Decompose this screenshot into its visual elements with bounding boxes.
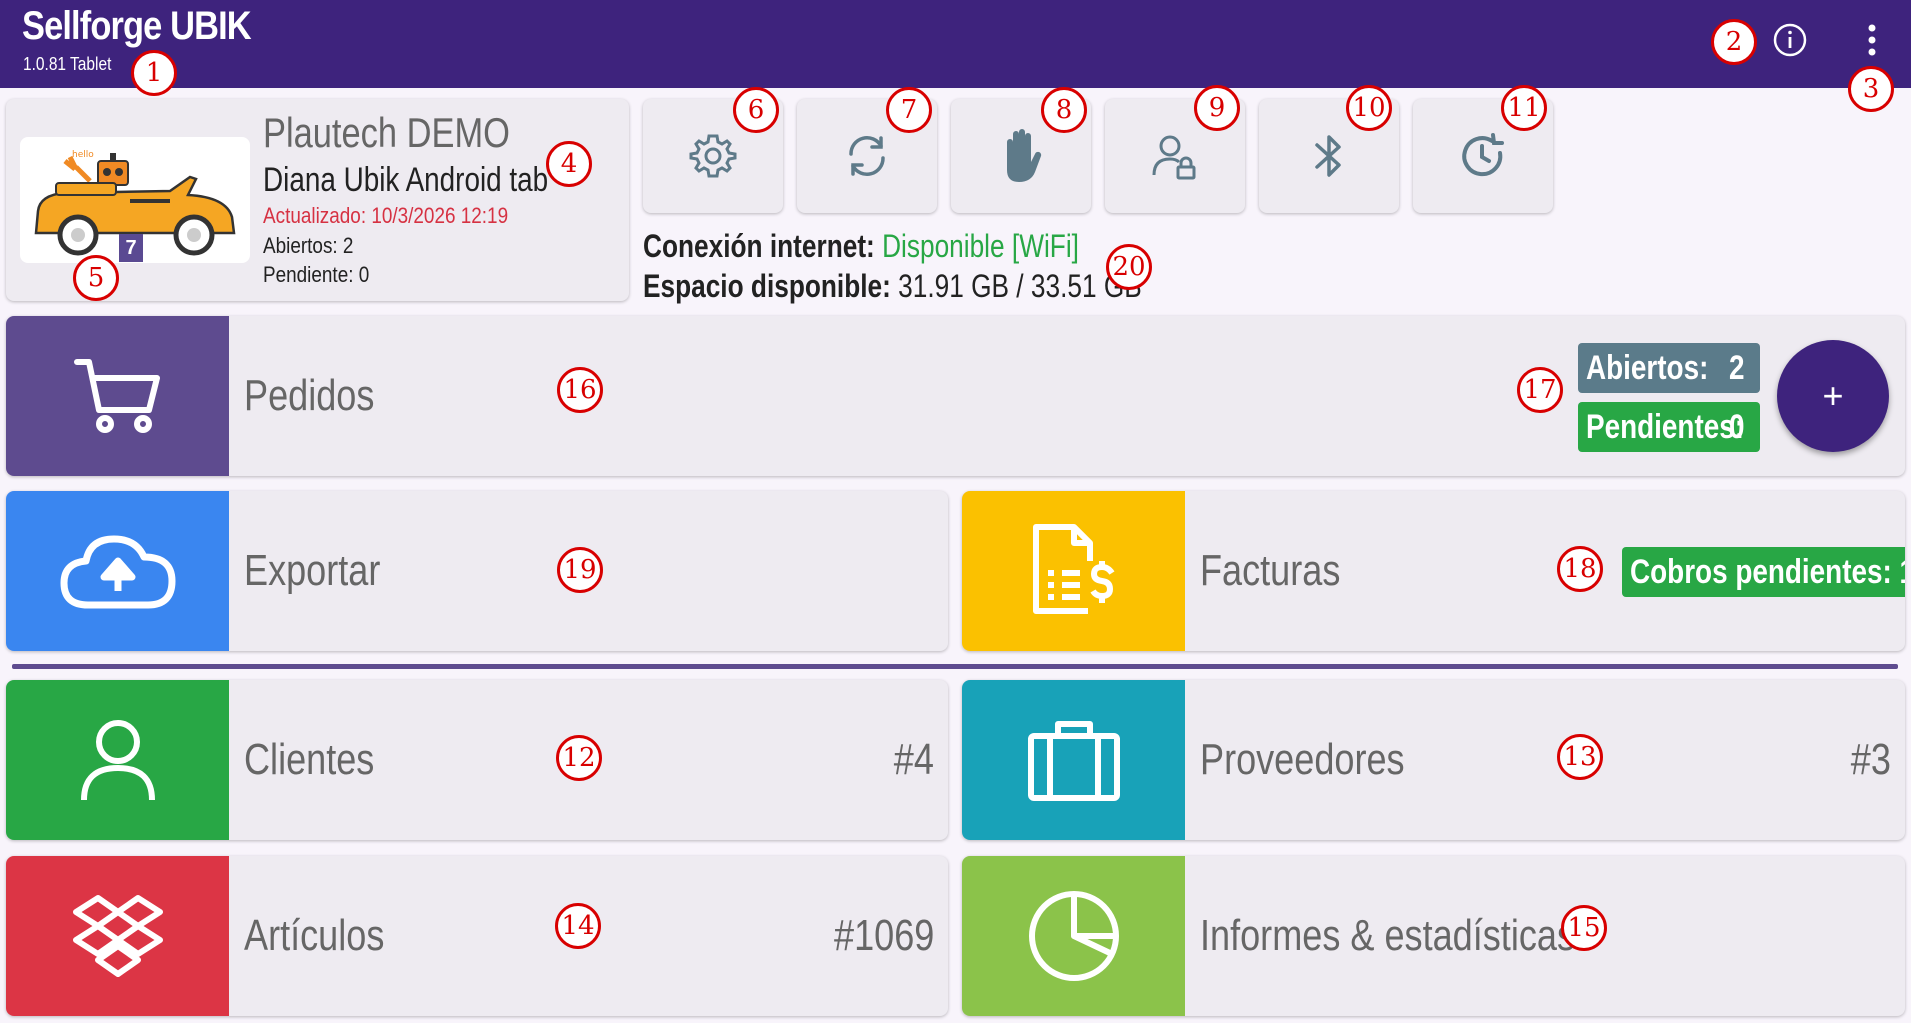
- marker-3: 3: [1848, 66, 1894, 112]
- marker-18: 18: [1557, 546, 1603, 592]
- marker-7: 7: [886, 87, 932, 133]
- app-version: 1.0.81 Tablet: [23, 54, 112, 74]
- tile-exportar[interactable]: Exportar: [6, 491, 948, 651]
- articulos-label: Artículos: [244, 911, 385, 960]
- tile-articulos[interactable]: Artículos #1069: [6, 856, 948, 1016]
- pending-orders-badge: Pendientes: 0: [1578, 402, 1760, 452]
- company-name: Plautech DEMO: [263, 109, 510, 156]
- internet-value: Disponible [WiFi]: [882, 228, 1079, 264]
- app-title: Sellforge UBIK: [22, 4, 252, 48]
- pending-count: Pendiente: 0: [263, 262, 370, 287]
- tile-pedidos[interactable]: Pedidos: [6, 316, 1905, 476]
- internet-status: Conexión internet: Disponible [WiFi]: [643, 228, 1079, 265]
- last-updated: Actualizado: 10/3/2026 12:19: [263, 203, 509, 228]
- marker-6: 6: [733, 87, 779, 133]
- proveedores-count: #3: [1850, 735, 1891, 784]
- marker-19: 19: [557, 547, 603, 593]
- svg-text:hello: hello: [72, 150, 94, 160]
- storage-label: Espacio disponible:: [643, 268, 891, 304]
- app-bar: Sellforge UBIK 1.0.81 Tablet: [0, 0, 1911, 88]
- settings-gear-icon: [689, 134, 737, 178]
- storage-value: 31.91 GB / 33.51 GB: [898, 268, 1142, 304]
- person-icon: [6, 680, 229, 840]
- marker-12: 12: [556, 735, 602, 781]
- add-order-button[interactable]: +: [1777, 340, 1889, 452]
- pending-orders-value: 0: [1729, 407, 1745, 446]
- more-vert-icon[interactable]: [1850, 18, 1894, 62]
- articulos-count: #1069: [833, 911, 934, 960]
- pending-charges-badge: Cobros pendientes: 1: [1622, 547, 1905, 597]
- open-count: Abiertos: 2: [263, 233, 354, 258]
- open-orders-badge: Abiertos: 2: [1578, 343, 1760, 393]
- marker-13: 13: [1557, 734, 1603, 780]
- pie-chart-icon: [962, 856, 1185, 1016]
- marker-14: 14: [555, 903, 601, 949]
- informes-label: Informes & estadísticas: [1200, 911, 1575, 960]
- user-lock-icon: [1152, 135, 1196, 180]
- marker-11: 11: [1501, 85, 1547, 131]
- marker-5: 5: [73, 255, 119, 301]
- marker-4: 4: [546, 141, 592, 187]
- marker-2: 2: [1711, 19, 1757, 65]
- marker-1: 1: [131, 50, 177, 96]
- cloud-upload-icon: [6, 491, 229, 651]
- marker-20: 20: [1106, 244, 1152, 290]
- cart-icon: [6, 316, 229, 476]
- tile-clientes[interactable]: Clientes #4: [6, 680, 948, 840]
- marker-15: 15: [1561, 905, 1607, 951]
- proveedores-label: Proveedores: [1200, 735, 1405, 784]
- clientes-count: #4: [893, 735, 934, 784]
- tile-facturas[interactable]: Facturas Cobros pendientes: 1: [962, 491, 1905, 651]
- bluetooth-icon: [1315, 135, 1341, 177]
- storage-status: Espacio disponible: 31.91 GB / 33.51 GB: [643, 268, 1142, 305]
- info-icon[interactable]: [1768, 18, 1812, 62]
- facturas-label: Facturas: [1200, 546, 1341, 595]
- pending-charges-text: Cobros pendientes: 1: [1630, 552, 1905, 591]
- open-orders-label: Abiertos:: [1586, 348, 1709, 387]
- marker-9: 9: [1194, 85, 1240, 131]
- marker-10: 10: [1346, 85, 1392, 131]
- exportar-label: Exportar: [244, 546, 381, 595]
- internet-label: Conexión internet:: [643, 228, 875, 264]
- device-name: Diana Ubik Android tab: [263, 161, 549, 199]
- company-badge: 7: [119, 234, 143, 262]
- hand-icon: [1007, 129, 1042, 182]
- dropbox-icon: [6, 856, 229, 1016]
- open-orders-value: 2: [1729, 348, 1745, 387]
- tile-proveedores[interactable]: Proveedores #3: [962, 680, 1905, 840]
- marker-17: 17: [1517, 367, 1563, 413]
- section-divider: [12, 664, 1898, 669]
- history-icon: [1462, 133, 1504, 177]
- pending-orders-label: Pendientes:: [1586, 407, 1745, 446]
- sync-icon: [849, 136, 885, 176]
- tile-informes[interactable]: Informes & estadísticas: [962, 856, 1905, 1016]
- briefcase-icon: [962, 680, 1185, 840]
- invoice-icon: [962, 491, 1185, 651]
- marker-8: 8: [1041, 87, 1087, 133]
- pedidos-label: Pedidos: [244, 371, 375, 420]
- marker-16: 16: [557, 367, 603, 413]
- clientes-label: Clientes: [244, 735, 375, 784]
